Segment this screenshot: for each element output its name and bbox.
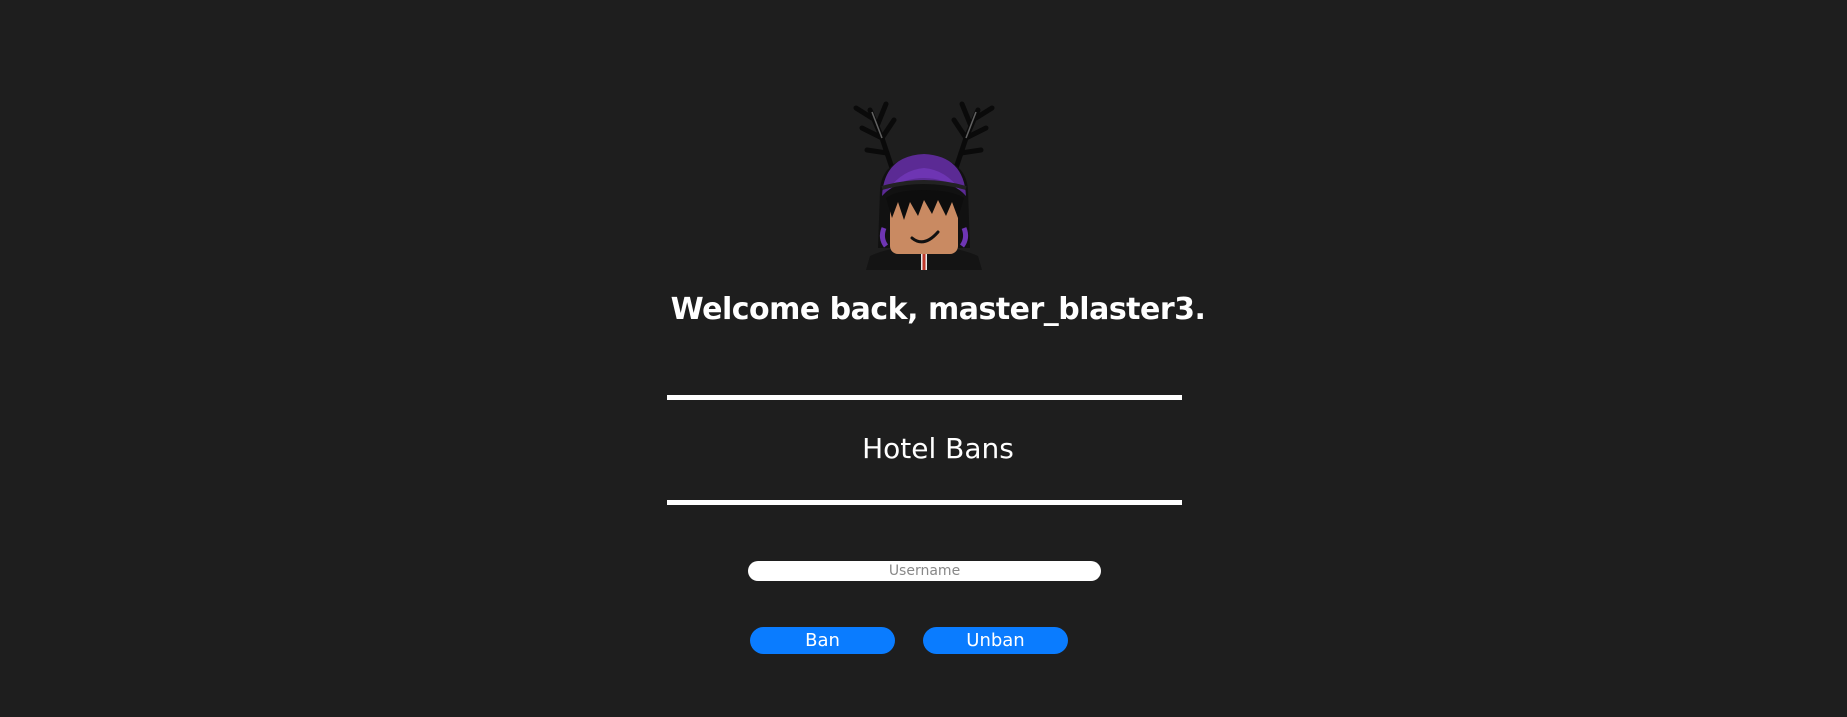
welcome-message: Welcome back, master_blaster3. — [670, 292, 1206, 327]
section-title: Hotel Bans — [862, 432, 1014, 465]
unban-button[interactable]: Unban — [923, 627, 1068, 654]
antler-left — [853, 101, 897, 171]
divider-bottom — [667, 500, 1182, 505]
page: Welcome back, master_blaster3. Hotel Ban… — [0, 0, 1847, 717]
ban-button[interactable]: Ban — [750, 627, 895, 654]
antler-right — [951, 101, 995, 171]
username-input[interactable] — [748, 561, 1101, 581]
user-avatar — [853, 101, 995, 270]
divider-top — [667, 395, 1182, 400]
